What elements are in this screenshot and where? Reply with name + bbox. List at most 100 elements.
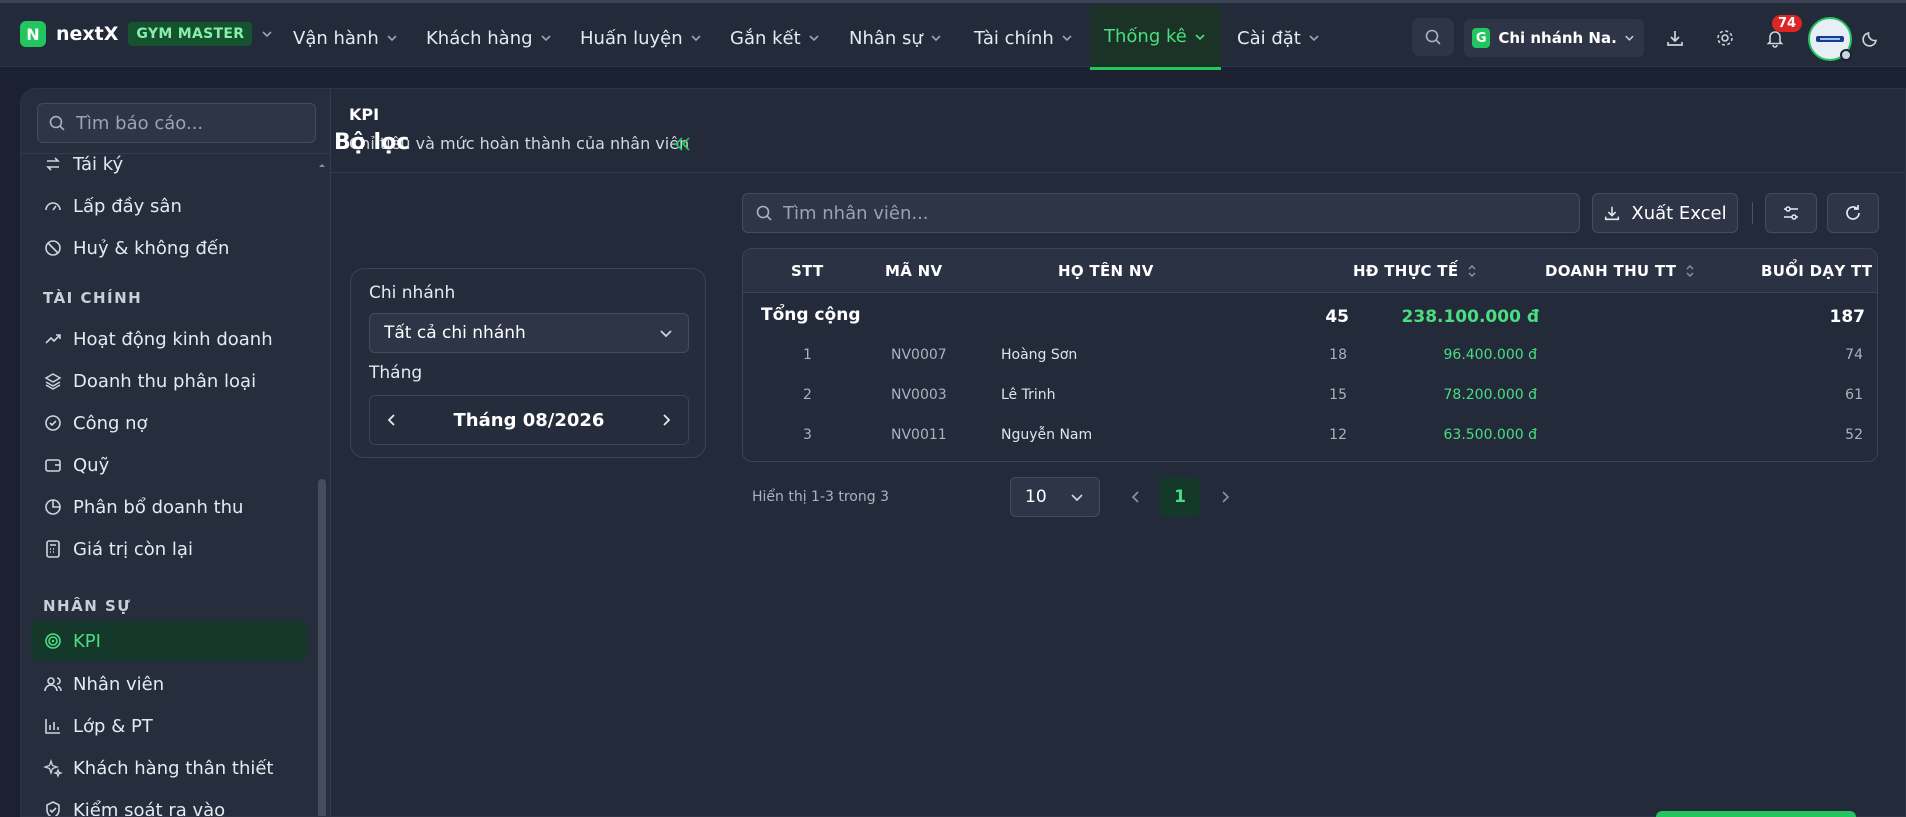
sidebar-item-label: Kiểm soát ra vào — [73, 799, 226, 817]
nav-label: Tài chính — [974, 27, 1054, 49]
export-excel-label: Xuất Excel — [1631, 202, 1727, 224]
chevron-right-icon[interactable] — [658, 412, 674, 428]
sidebar-item-hoat-dong-kinh-doanh[interactable]: Hoạt động kinh doanh — [31, 319, 307, 359]
sidebar-item-label: Doanh thu phân loại — [73, 370, 257, 392]
calculator-icon — [46, 540, 60, 558]
wallet-icon — [45, 459, 61, 472]
sidebar-item-khach-hang-than-thiet[interactable]: Khách hàng thân thiết — [31, 748, 307, 788]
chevron-right-icon[interactable] — [1217, 489, 1233, 505]
report-search[interactable] — [37, 103, 316, 143]
nav-label: Khách hàng — [426, 27, 533, 49]
nav-cai-dat[interactable]: Cài đặt — [1237, 6, 1321, 70]
header-revenue[interactable]: DOANH THU TT — [1545, 249, 1696, 293]
sidebar-item-label: Lớp & PT — [73, 715, 153, 737]
chevron-down-icon — [660, 330, 672, 338]
chevron-down-icon — [691, 35, 701, 42]
users-icon — [44, 677, 62, 692]
sidebar-item-huy-khong-den[interactable]: Huỷ & không đến — [31, 228, 307, 268]
branch-icon: G — [1472, 28, 1491, 48]
layers-icon — [44, 373, 62, 390]
theme-toggle-button[interactable] — [1858, 25, 1884, 51]
pie-chart-icon — [45, 499, 61, 515]
sidebar-item-quy[interactable]: Quỹ — [31, 445, 307, 485]
sidebar-scrollbar-arrow-icon[interactable] — [317, 159, 327, 179]
report-search-input[interactable] — [75, 112, 305, 134]
sidebar-item-lap-day-san[interactable]: Lấp đầy sân — [31, 186, 307, 226]
nav-gan-ket[interactable]: Gắn kết — [730, 6, 821, 70]
filter-card: Chi nhánh Tất cả chi nhánh Tháng Tháng 0… — [350, 268, 706, 458]
sidebar-item-cong-no[interactable]: Công nợ — [31, 403, 307, 443]
cell-stt: 2 — [803, 387, 812, 403]
chevrons-left-icon[interactable] — [670, 133, 694, 155]
search-icon — [756, 205, 772, 221]
page-number-current[interactable]: 1 — [1160, 477, 1200, 517]
download-icon — [1605, 206, 1620, 221]
kpi-table: STT MÃ NV HỌ TÊN NV HĐ THỰC TẾ DOANH THU… — [742, 248, 1878, 462]
search-icon — [1425, 29, 1441, 45]
cell-code: NV0003 — [891, 387, 947, 403]
sidebar-item-kpi[interactable]: KPI — [31, 621, 307, 661]
ban-icon — [45, 240, 61, 256]
employee-search-input[interactable] — [783, 202, 1543, 224]
settings-button[interactable] — [1712, 25, 1738, 51]
export-excel-button[interactable]: Xuất Excel — [1592, 193, 1738, 233]
cell-name: Lê Trinh — [1001, 387, 1056, 403]
branch-filter-value: Tất cả chi nhánh — [384, 323, 526, 343]
download-button[interactable] — [1662, 25, 1688, 51]
floating-action-edge[interactable] — [1656, 811, 1856, 817]
page-size-select[interactable]: 10 — [1010, 477, 1100, 517]
cell-contracts: 18 — [1329, 347, 1347, 363]
sidebar-item-phan-bo-doanh-thu[interactable]: Phân bổ doanh thu — [31, 487, 307, 527]
total-label: Tổng cộng — [761, 305, 861, 325]
chevron-down-icon[interactable] — [260, 27, 274, 41]
chevron-left-icon[interactable] — [384, 412, 400, 428]
sort-icon — [1468, 265, 1476, 277]
chevron-down-icon — [1195, 33, 1205, 40]
header-code: MÃ NV — [885, 262, 943, 280]
total-sessions: 187 — [1829, 307, 1866, 327]
sidebar-scrollbar-thumb[interactable] — [318, 479, 326, 816]
sidebar-item-tai-ky[interactable]: Tái ký — [31, 144, 307, 184]
cell-name: Hoàng Sơn — [1001, 347, 1078, 363]
sidebar-item-label: Nhân viên — [73, 673, 165, 695]
target-icon — [45, 633, 61, 649]
gear-icon — [1717, 30, 1733, 46]
branch-selector[interactable]: G Chi nhánh Na... — [1464, 19, 1644, 57]
sidebar-item-lop-pt[interactable]: Lớp & PT — [31, 706, 307, 746]
nav-khach-hang[interactable]: Khách hàng — [426, 6, 553, 70]
sidebar-item-kiem-soat-ra-vao[interactable]: Kiểm soát ra vào — [31, 790, 307, 817]
filter-title: Bộ lọc — [334, 130, 410, 155]
table-header: STT MÃ NV HỌ TÊN NV HĐ THỰC TẾ DOANH THU… — [743, 249, 1877, 293]
refresh-button[interactable] — [1827, 193, 1879, 233]
repeat-icon — [46, 157, 60, 171]
refresh-icon — [1846, 205, 1860, 220]
employee-search[interactable] — [742, 193, 1580, 233]
nav-label: Nhân sự — [849, 27, 923, 49]
notification-count-badge: 74 — [1772, 15, 1803, 32]
chevron-down-icon — [931, 35, 941, 42]
nav-nhan-su[interactable]: Nhân sự — [849, 6, 943, 70]
nav-thong-ke[interactable]: Thống kê — [1090, 6, 1221, 70]
sidebar-item-label: Quỹ — [73, 454, 110, 476]
chevron-left-icon[interactable] — [1128, 489, 1144, 505]
header-contracts[interactable]: HĐ THỰC TẾ — [1353, 249, 1478, 293]
sidebar-item-label: Công nợ — [73, 412, 148, 434]
nav-van-hanh[interactable]: Vận hành — [293, 6, 399, 70]
product-badge: GYM MASTER — [128, 22, 253, 46]
shield-check-icon — [46, 801, 60, 816]
column-settings-button[interactable] — [1765, 193, 1817, 233]
branch-filter-select[interactable]: Tất cả chi nhánh — [369, 313, 689, 353]
sidebar-item-label: Phân bổ doanh thu — [73, 496, 244, 518]
nav-huan-luyen[interactable]: Huấn luyện — [580, 6, 703, 70]
sidebar-item-gia-tri-con-lai[interactable]: Giá trị còn lại — [31, 529, 307, 569]
brand[interactable]: N nextX GYM MASTER — [20, 21, 274, 47]
chevron-down-icon — [387, 35, 397, 42]
cell-contracts: 15 — [1329, 387, 1347, 403]
nav-tai-chinh[interactable]: Tài chính — [974, 6, 1074, 70]
sidebar-item-doanh-thu-phan-loai[interactable]: Doanh thu phân loại — [31, 361, 307, 401]
page-header: KPI Chỉ tiêu và mức hoàn thành của nhân … — [331, 89, 1905, 173]
sidebar-item-nhan-vien[interactable]: Nhân viên — [31, 664, 307, 704]
chevron-down-icon — [1071, 494, 1083, 502]
user-avatar[interactable] — [1808, 17, 1852, 61]
global-search-button[interactable] — [1412, 18, 1454, 56]
